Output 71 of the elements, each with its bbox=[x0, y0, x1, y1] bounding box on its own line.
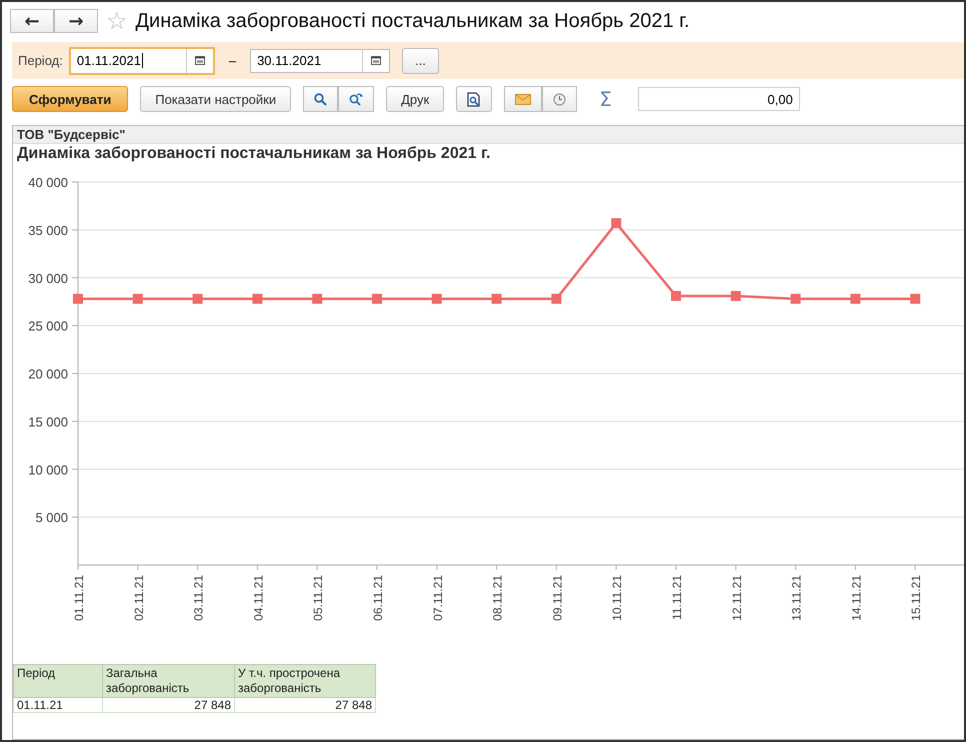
preview-icon bbox=[467, 92, 482, 106]
data-point bbox=[432, 294, 442, 304]
data-point bbox=[73, 294, 83, 304]
data-point bbox=[551, 294, 562, 304]
table-cell: 27 848 bbox=[234, 698, 376, 712]
clock-icon bbox=[553, 92, 566, 106]
data-point bbox=[611, 218, 622, 228]
report-title: Динаміка заборгованості постачальникам за Ноябрь 2021 г. bbox=[16, 144, 492, 164]
forward-button[interactable]: → bbox=[54, 9, 98, 33]
column-header: У т.ч. прострочена заборгованість bbox=[234, 664, 376, 698]
data-point bbox=[252, 294, 262, 304]
range-dash: – bbox=[228, 53, 236, 68]
date-to-field[interactable]: 30.11.2021 bbox=[250, 48, 390, 72]
data-point bbox=[192, 294, 203, 304]
x-tick-label: 01.11.21 bbox=[72, 575, 86, 621]
data-point bbox=[132, 294, 143, 304]
search-next-button[interactable] bbox=[338, 86, 374, 112]
data-point bbox=[850, 294, 860, 304]
choose-period-button[interactable]: ... bbox=[402, 48, 439, 74]
column-header: Загальна заборгованість bbox=[102, 664, 234, 698]
print-button[interactable]: Друк bbox=[386, 86, 444, 112]
table-cell: 27 848 bbox=[102, 698, 234, 712]
y-tick-label: 10 000 bbox=[28, 462, 68, 478]
x-tick-label: 04.11.21 bbox=[251, 575, 266, 621]
x-tick-label: 15.11.21 bbox=[909, 575, 924, 621]
y-tick-label: 35 000 bbox=[28, 222, 68, 238]
x-tick-label: 10.11.21 bbox=[610, 575, 624, 621]
x-tick-label: 05.11.21 bbox=[311, 575, 326, 621]
y-tick-label: 5 000 bbox=[35, 510, 68, 526]
data-point bbox=[671, 290, 681, 301]
x-tick-label: 08.11.21 bbox=[490, 575, 505, 621]
y-tick-label: 40 000 bbox=[28, 175, 68, 190]
y-tick-label: 30 000 bbox=[28, 270, 68, 286]
x-tick-label: 03.11.21 bbox=[192, 575, 206, 621]
envelope-icon bbox=[515, 94, 532, 104]
search-button[interactable] bbox=[303, 86, 338, 112]
y-tick-label: 25 000 bbox=[28, 318, 68, 334]
generate-button[interactable]: Сформувати bbox=[12, 86, 128, 112]
y-tick-label: 20 000 bbox=[28, 366, 68, 382]
x-tick-label: 12.11.21 bbox=[730, 575, 744, 621]
data-point bbox=[730, 290, 741, 301]
schedule-button[interactable] bbox=[542, 86, 578, 112]
window-title: Динаміка заборгованості постачальникам за Ноябрь 2021 г. bbox=[136, 10, 690, 32]
y-tick-label: 15 000 bbox=[28, 414, 68, 430]
back-button[interactable]: ← bbox=[10, 9, 54, 33]
print-preview-button[interactable] bbox=[456, 86, 492, 112]
column-header: Період bbox=[14, 664, 102, 698]
x-tick-label: 11.11.21 bbox=[670, 575, 684, 620]
data-point bbox=[372, 294, 382, 304]
x-tick-label: 13.11.21 bbox=[790, 575, 804, 621]
email-button[interactable] bbox=[504, 86, 542, 112]
data-point bbox=[312, 294, 322, 304]
period-label: Період: bbox=[18, 53, 63, 68]
total-field[interactable]: 0,00 bbox=[638, 87, 800, 111]
x-tick-label: 07.11.21 bbox=[430, 575, 445, 621]
x-tick-label: 09.11.21 bbox=[550, 575, 564, 621]
search-icon bbox=[314, 92, 328, 106]
data-point bbox=[790, 294, 801, 304]
data-point bbox=[492, 294, 502, 304]
sum-sign: Σ bbox=[599, 87, 612, 111]
calendar-icon[interactable] bbox=[371, 56, 382, 65]
company-name: ТОВ "Будсервіс" bbox=[13, 126, 964, 144]
search-next-icon bbox=[349, 92, 364, 106]
show-settings-button[interactable]: Показати настройки bbox=[140, 86, 292, 112]
x-tick-label: 14.11.21 bbox=[849, 575, 864, 621]
data-point bbox=[910, 294, 920, 304]
date-from-field[interactable]: 01.11.2021 bbox=[68, 46, 215, 74]
table-cell: 01.11.21 bbox=[14, 698, 102, 712]
x-tick-label: 02.11.21 bbox=[132, 575, 146, 621]
x-tick-label: 06.11.21 bbox=[371, 575, 385, 621]
calendar-icon[interactable] bbox=[194, 56, 205, 65]
